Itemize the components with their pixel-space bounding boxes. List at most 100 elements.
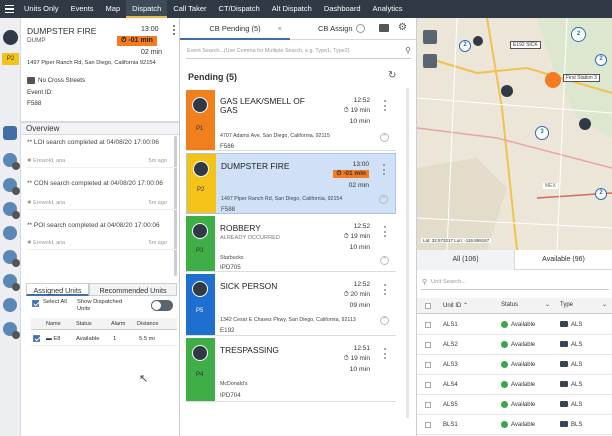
tab-assigned-units[interactable]: Assigned Units (26, 283, 89, 296)
ambulance-icon (560, 381, 568, 387)
table-row[interactable]: ALS1 Available ALS (417, 315, 612, 335)
clock-icon: ⏱ (343, 107, 349, 114)
show-dispatched-toggle[interactable] (151, 300, 173, 311)
table-row[interactable]: ALS3 Available ALS (417, 355, 612, 375)
fire-event-icon[interactable] (3, 30, 18, 45)
col-status[interactable]: Status (501, 302, 518, 308)
people-icon[interactable] (3, 202, 20, 219)
nav-events[interactable]: Events (65, 0, 100, 18)
col-alarm[interactable]: Alarm (111, 318, 125, 330)
print-icon[interactable] (379, 24, 389, 32)
event-card-dumpster-fire[interactable]: P2 DUMPSTER FIRE 13:00 ⏱ -01 min 02 min … (186, 153, 396, 214)
fire-pin-icon[interactable] (545, 72, 561, 88)
row-checkbox[interactable] (425, 342, 431, 348)
map-view[interactable]: 2 2 3 2 2 E192 SICK First Station 3 MEX … (417, 18, 612, 250)
tab-recommended-units[interactable]: Recommended Units (89, 283, 177, 296)
person-icon[interactable] (3, 226, 17, 240)
vehicle-pin-icon[interactable] (473, 36, 483, 46)
notes-icon[interactable] (3, 250, 20, 267)
phone-icon[interactable] (3, 178, 20, 195)
clipboard-icon[interactable] (3, 298, 17, 312)
nav-analytics[interactable]: Analytics (367, 0, 409, 18)
row-checkbox[interactable] (425, 362, 431, 368)
row-checkbox[interactable] (425, 322, 431, 328)
unit-pin[interactable]: 2 (571, 27, 586, 42)
settings-gear-icon[interactable]: ⚙ (398, 22, 407, 33)
chevron-down-icon[interactable]: ⌄ (602, 301, 607, 308)
close-tab-icon[interactable]: × (278, 18, 282, 40)
kebab-menu-icon[interactable] (173, 25, 176, 35)
table-row[interactable]: ALS2 Available ALS (417, 335, 612, 355)
col-type[interactable]: Type (560, 302, 573, 308)
col-unit-id[interactable]: Unit ID ⌃ (443, 302, 468, 309)
refresh-icon[interactable]: ↻ (388, 70, 396, 81)
event-card-sick-person[interactable]: P5 SICK PERSON 12:52 ⏱ 20 min 09 min 134… (186, 274, 396, 336)
row-checkbox[interactable] (33, 335, 40, 342)
event-card-robbery[interactable]: P3 ROBBERY ALREADY OCCURRED 12:52 ⏱ 19 m… (186, 216, 396, 272)
scrollbar[interactable] (406, 88, 409, 418)
ambulance-icon (560, 321, 568, 327)
search-icon[interactable]: ⚲ (405, 46, 411, 55)
table-row[interactable]: ALS4 Available ALS (417, 375, 612, 395)
layers-icon[interactable] (423, 30, 437, 44)
overview-header[interactable]: Overview (21, 122, 179, 135)
row-checkbox[interactable] (425, 422, 431, 428)
location-icon[interactable] (3, 322, 20, 339)
card-menu-icon[interactable] (384, 226, 387, 237)
dismiss-icon[interactable] (380, 315, 389, 325)
nav-call-taker[interactable]: Call Taker (167, 0, 212, 18)
event-card-gas-leak[interactable]: P1 GAS LEAK/SMELL OF GAS 12:52 ⏱ 19 min … (186, 90, 396, 151)
vehicle-pin-icon[interactable] (501, 85, 513, 97)
row-checkbox[interactable] (425, 382, 431, 388)
nav-map[interactable]: Map (100, 0, 127, 18)
nav-dispatch[interactable]: Dispatch (126, 0, 168, 18)
unit-pin[interactable]: 3 (535, 126, 549, 140)
unit-pin[interactable]: 2 (459, 40, 471, 52)
count-badge-icon (12, 211, 20, 219)
nav-units-only[interactable]: Units Only (18, 0, 65, 18)
card-menu-icon[interactable] (383, 164, 386, 175)
chevron-down-icon[interactable]: ⌄ (545, 301, 550, 308)
card-menu-icon[interactable] (384, 100, 387, 111)
filter-icon[interactable] (423, 54, 437, 68)
card-menu-icon[interactable] (384, 284, 387, 295)
tab-cb-pending[interactable]: CB Pending (5) × (180, 18, 290, 40)
tab-all-units[interactable]: All (106) (417, 250, 514, 270)
units-icon[interactable] (3, 153, 20, 170)
unit-pin[interactable]: 2 (595, 54, 607, 66)
table-row[interactable]: BLS1 Available BLS (417, 415, 612, 435)
card-menu-icon[interactable] (384, 348, 387, 359)
select-all-units-checkbox[interactable] (425, 303, 431, 309)
map-roads (417, 18, 612, 250)
nav-dashboard[interactable]: Dashboard (318, 0, 367, 18)
overview-icon[interactable] (3, 126, 17, 140)
unit-status: Available (76, 336, 100, 342)
dismiss-icon[interactable] (379, 194, 388, 204)
vehicle-pin-icon[interactable] (579, 118, 591, 130)
map-label-mex: MEX (543, 183, 558, 189)
menu-icon[interactable] (0, 0, 18, 18)
tab-cb-assign[interactable]: CB Assign (318, 18, 353, 40)
unit-pin[interactable]: 2 (595, 188, 607, 200)
table-row[interactable]: ALS5 Available ALS (417, 395, 612, 415)
add-tab-icon[interactable] (356, 24, 365, 33)
row-checkbox[interactable] (425, 402, 431, 408)
event-address: 1497 Piper Ranch Rd, San Diego, Californ… (27, 60, 156, 66)
select-all-checkbox[interactable] (32, 300, 39, 307)
table-row[interactable]: ▬ E8 Available 1 5.5 mi (31, 332, 177, 346)
unit-id: BLS1 (443, 422, 458, 428)
col-distance[interactable]: Distance (137, 318, 158, 330)
card-id: F588 (221, 206, 236, 213)
nav-alt-dispatch[interactable]: Alt Dispatch (266, 0, 318, 18)
dismiss-icon[interactable] (380, 132, 389, 142)
col-status[interactable]: Status (76, 318, 92, 330)
dismiss-icon[interactable] (380, 255, 389, 265)
tab-available-units[interactable]: Available (96) (514, 250, 612, 270)
col-name[interactable]: Name (46, 318, 61, 330)
card-location: McDonald's (220, 381, 248, 387)
event-card-trespassing[interactable]: P4 TRESPASSING 12:51 ⏱ 19 min 10 min McD… (186, 338, 396, 402)
unit-search-input[interactable]: ⚲ Unit Search... (421, 276, 609, 290)
event-search-input[interactable]: Event Search...(Use Comma for Multiple S… (186, 46, 411, 59)
nav-ct-dispatch[interactable]: CT/Dispatch (213, 0, 266, 18)
vehicle-icon[interactable] (3, 274, 20, 291)
